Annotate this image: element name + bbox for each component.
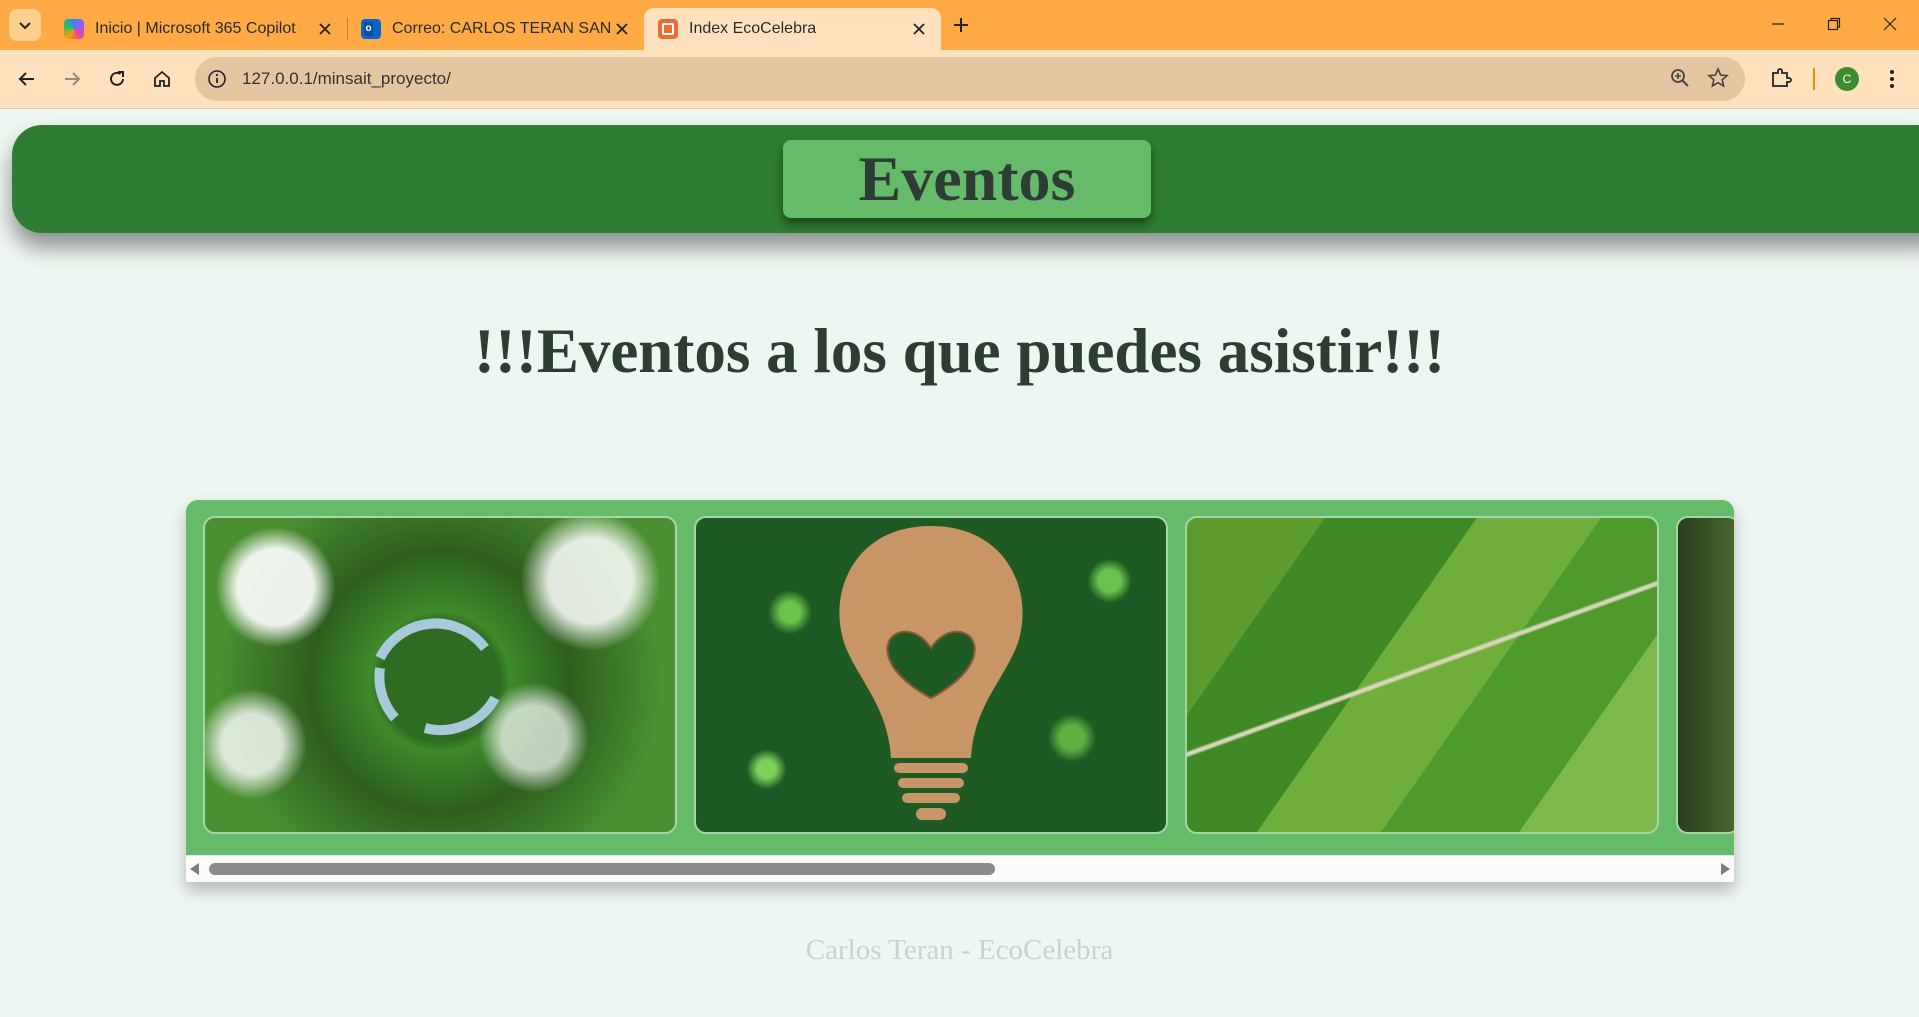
header-title-box: Eventos (783, 140, 1151, 218)
tab-search-button[interactable] (9, 9, 41, 41)
forest-recycle-image[interactable] (203, 516, 677, 834)
page-heading: !!!Eventos a los que puedes asistir!!! (473, 316, 1446, 386)
close-window-button[interactable] (1862, 0, 1917, 48)
browser-toolbar: 127.0.0.1/minsait_proyecto/ C (0, 50, 1919, 109)
footer-credit: Carlos Teran - EcoCelebra (805, 934, 1114, 966)
address-url[interactable]: 127.0.0.1/minsait_proyecto/ (242, 69, 451, 89)
arrow-left-icon (18, 72, 34, 86)
gallery-scrollbar[interactable] (186, 855, 1734, 882)
reload-button[interactable] (101, 63, 133, 95)
scroll-right-arrow-icon[interactable] (1721, 863, 1730, 875)
home-icon (154, 70, 170, 87)
back-button[interactable] (11, 63, 43, 95)
partial-fourth-image[interactable] (1676, 516, 1734, 834)
arrow-right-icon (65, 72, 81, 86)
forward-button[interactable] (56, 63, 88, 95)
extensions-button[interactable] (1768, 65, 1796, 93)
plus-icon (954, 18, 968, 32)
new-tab-button[interactable] (947, 11, 975, 39)
close-tab-icon[interactable] (909, 19, 929, 39)
minimize-button[interactable] (1750, 0, 1805, 48)
close-icon (1883, 17, 1896, 31)
recycle-icon (374, 618, 500, 735)
tab-ecocelebra[interactable]: Index EcoCelebra (644, 8, 941, 50)
lightbulb-icon (839, 526, 1023, 820)
tab-title: Correo: CARLOS TERAN SANCHEZ - Outlook (392, 20, 612, 37)
scrollbar-thumb[interactable] (209, 863, 995, 875)
browser-tabstrip: Inicio | Microsoft 365 Copilot o Correo:… (0, 0, 1919, 50)
outlook-icon: o (361, 19, 381, 39)
minimize-icon (1771, 23, 1784, 25)
site-info-icon[interactable] (205, 67, 229, 91)
xampp-icon (658, 19, 678, 39)
close-tab-icon[interactable] (315, 19, 335, 39)
home-button[interactable] (146, 63, 178, 95)
puzzle-icon (1772, 68, 1792, 87)
wood-lightbulb-heart-image[interactable] (694, 516, 1168, 834)
event-gallery (186, 500, 1734, 882)
web-page: Eventos !!!Eventos a los que puedes asis… (0, 109, 1919, 1017)
reload-icon (110, 71, 124, 86)
tab-outlook[interactable]: o Correo: CARLOS TERAN SANCHEZ - Outlook (347, 8, 644, 50)
bookmark-star-icon[interactable] (1707, 66, 1731, 91)
browser-menu-button[interactable] (1878, 65, 1906, 93)
restore-button[interactable] (1806, 0, 1861, 48)
more-vert-icon (1890, 70, 1894, 88)
address-bar[interactable]: 127.0.0.1/minsait_proyecto/ (195, 57, 1745, 101)
tab-title: Inicio | Microsoft 365 Copilot (95, 20, 296, 37)
tab-copilot[interactable]: Inicio | Microsoft 365 Copilot (50, 8, 347, 50)
zoom-icon[interactable] (1669, 67, 1693, 91)
restore-icon (1827, 17, 1840, 31)
profile-avatar[interactable]: C (1835, 67, 1859, 91)
toolbar-divider (1813, 68, 1815, 90)
copilot-icon (64, 19, 84, 39)
close-tab-icon[interactable] (612, 19, 632, 39)
green-fields-image[interactable] (1185, 516, 1659, 834)
scroll-left-arrow-icon[interactable] (190, 863, 199, 875)
header-title: Eventos (858, 143, 1076, 214)
tab-title: Index EcoCelebra (689, 20, 817, 37)
gallery-track[interactable] (186, 500, 1734, 855)
chevron-down-icon (19, 22, 31, 30)
